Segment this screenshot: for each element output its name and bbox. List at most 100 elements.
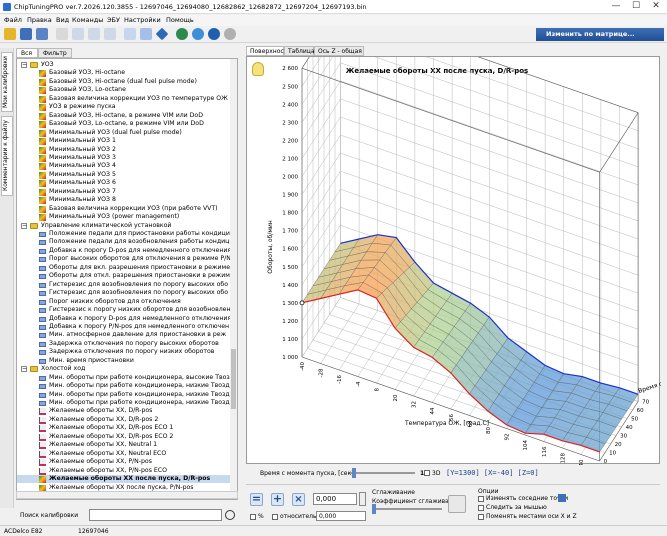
tree-scrollbar[interactable] bbox=[230, 59, 237, 499]
tree-item[interactable]: Минимальный УОЗ 7 bbox=[17, 188, 237, 196]
tree-folder[interactable]: − Холостой ход bbox=[17, 365, 237, 373]
option-swap-axes-checkbox[interactable] bbox=[478, 514, 484, 520]
tree-item[interactable]: Базовый УОЗ, Hi-octane, в режиме VIM или… bbox=[17, 112, 237, 120]
tree-item[interactable]: Мин. время приостановки bbox=[17, 357, 237, 365]
tree-item[interactable]: Минимальный УОЗ 6 bbox=[17, 179, 237, 188]
menu-view[interactable]: Вид bbox=[56, 16, 69, 24]
maximize-button[interactable]: ☐ bbox=[626, 0, 646, 14]
tree-item[interactable]: Базовый УОЗ, Lo-octane bbox=[17, 86, 237, 95]
undo-icon[interactable] bbox=[104, 28, 116, 40]
time-slider-thumb[interactable] bbox=[352, 468, 356, 478]
tree-item[interactable]: Обороты для откл. разрешения приостановк… bbox=[17, 272, 237, 280]
time-slider-track[interactable] bbox=[350, 472, 415, 474]
minimize-button[interactable]: — bbox=[606, 0, 626, 14]
checksum-icon[interactable] bbox=[124, 28, 136, 40]
tree-item[interactable]: Добавка к порогу D-pos для немедленного … bbox=[17, 315, 237, 323]
menu-commands[interactable]: Команды bbox=[72, 16, 103, 24]
help-icon[interactable] bbox=[208, 28, 220, 40]
3d-checkbox[interactable] bbox=[424, 470, 430, 476]
tree-item[interactable]: Минимальный УОЗ 4 bbox=[17, 162, 237, 171]
paste-icon[interactable] bbox=[88, 28, 100, 40]
tree-item[interactable]: Гистерезис для возобновления по порогу в… bbox=[17, 281, 237, 289]
tree-item[interactable]: Желаемые обороты ХХ, D/R-pos ECO 1 bbox=[17, 424, 237, 433]
tree-item[interactable]: Базовый УОЗ, Hi-octane bbox=[17, 69, 237, 78]
matrix-change-dropdown[interactable]: Изменить по матрице... bbox=[536, 28, 664, 41]
relative-value-input[interactable]: 0,000 bbox=[316, 511, 366, 521]
tab-my-calibrations[interactable]: Мои калибровки bbox=[1, 52, 13, 112]
tree-scroll-thumb[interactable] bbox=[231, 349, 236, 409]
menu-ecu[interactable]: ЭБУ bbox=[107, 16, 120, 24]
option-adjacent-checkbox[interactable] bbox=[478, 496, 484, 502]
equals-button[interactable]: = bbox=[250, 493, 263, 506]
tree-item[interactable]: Минимальный УОЗ (power management) bbox=[17, 213, 237, 222]
tree-item[interactable]: Минимальный УОЗ 1 bbox=[17, 137, 237, 146]
tree-item[interactable]: Желаемые обороты ХХ, P/N-pos ECO bbox=[17, 467, 237, 475]
surface-plot-area[interactable]: Желаемые обороты ХХ после пуска, D/R-pos… bbox=[246, 56, 661, 465]
smooth-slider-track[interactable] bbox=[372, 508, 442, 510]
tree-item[interactable]: Порог низких оборотов для отключения bbox=[17, 298, 237, 306]
tree-item[interactable]: Мин. обороты при работе кондиционера, ни… bbox=[17, 391, 237, 399]
tree-item[interactable]: Базовая величина коррекции УОЗ по темпер… bbox=[17, 95, 237, 103]
tree-item[interactable]: Желаемые обороты ХХ, P/N-pos bbox=[17, 458, 237, 467]
tree-item[interactable]: Желаемые обороты ХХ, Neutral ECO bbox=[17, 450, 237, 458]
tree-item[interactable]: Добавка к порогу P/N-pos для немедленног… bbox=[17, 323, 237, 331]
tab-table[interactable]: Таблица bbox=[284, 46, 315, 56]
tree-item[interactable]: Гистерезис к порогу низких оборотов для … bbox=[17, 306, 237, 314]
refresh-icon[interactable] bbox=[176, 28, 188, 40]
navigate-icon[interactable] bbox=[155, 27, 169, 41]
tree-item[interactable]: Мин. обороты при работе кондиционера, вы… bbox=[17, 374, 237, 382]
collapse-icon[interactable]: − bbox=[21, 62, 27, 68]
info-icon[interactable] bbox=[224, 28, 236, 40]
tree-item[interactable]: Положение педали для возобновления работ… bbox=[17, 238, 237, 246]
tree-item[interactable]: Минимальный УОЗ (dual fuel pulse mode) bbox=[17, 129, 237, 137]
close-button[interactable]: ✕ bbox=[646, 0, 666, 14]
tab-z-axis-common[interactable]: Ось Z - общая bbox=[314, 46, 364, 56]
save-as-icon[interactable] bbox=[36, 28, 48, 40]
calib-search-input[interactable] bbox=[89, 509, 222, 521]
tree-item[interactable]: Минимальный УОЗ 8 bbox=[17, 196, 237, 205]
value-input[interactable]: 0,000 bbox=[313, 493, 357, 505]
percent-checkbox[interactable] bbox=[250, 514, 256, 520]
tree-item[interactable]: Желаемые обороты ХХ, D/R-pos ECO 2 bbox=[17, 433, 237, 441]
save-icon[interactable] bbox=[20, 28, 32, 40]
search-icon[interactable] bbox=[225, 510, 235, 520]
smooth-slider-thumb[interactable] bbox=[372, 504, 376, 514]
tree-horizontal-scrollbar[interactable] bbox=[16, 491, 238, 499]
tree-item[interactable]: Обороты для вкл. разрешения приостановки… bbox=[17, 264, 237, 272]
tree-item[interactable]: Базовый УОЗ, Lo-octane, в режиме VIM или… bbox=[17, 120, 237, 129]
option-follow-mouse-checkbox[interactable] bbox=[478, 505, 484, 511]
cut-icon[interactable] bbox=[56, 28, 68, 40]
menu-help[interactable]: Помощь bbox=[166, 16, 194, 24]
collapse-icon[interactable]: − bbox=[21, 222, 27, 229]
menu-edit[interactable]: Правка bbox=[27, 16, 52, 24]
tree-item[interactable]: Мин. обороты при работе кондиционера, ни… bbox=[17, 382, 237, 390]
tree-item[interactable]: Задержка отключения по порогу низких обо… bbox=[17, 348, 237, 356]
tree-item[interactable]: Гистерезис для возобновления по порогу в… bbox=[17, 289, 237, 297]
tree-item[interactable]: Порог высоких оборотов для отключения в … bbox=[17, 255, 237, 263]
menu-file[interactable]: Файл bbox=[4, 16, 22, 24]
search-icon[interactable] bbox=[192, 28, 204, 40]
relative-checkbox[interactable] bbox=[272, 514, 278, 520]
tree-item[interactable]: Минимальный УОЗ 2 bbox=[17, 146, 237, 154]
tree-item[interactable]: Желаемые обороты ХХ, Neutral 1 bbox=[17, 441, 237, 450]
plus-button[interactable]: + bbox=[271, 493, 284, 506]
smooth-button[interactable] bbox=[448, 495, 466, 513]
tab-all[interactable]: Вся bbox=[16, 48, 38, 58]
tab-surface[interactable]: Поверхность bbox=[246, 46, 291, 56]
multiply-button[interactable]: × bbox=[292, 493, 305, 506]
value-spinner[interactable] bbox=[359, 492, 366, 506]
tab-file-comments[interactable]: Комментарии к файлу bbox=[1, 116, 13, 196]
tree-item[interactable]: Желаемые обороты ХХ после пуска, D/R-pos bbox=[17, 475, 237, 484]
copy-icon[interactable] bbox=[72, 28, 84, 40]
tab-filter[interactable]: Фильтр bbox=[38, 48, 72, 58]
tree-item[interactable]: Мин. атмосферное давление для приостанов… bbox=[17, 331, 237, 339]
collapse-icon[interactable]: − bbox=[21, 366, 27, 373]
tree-folder[interactable]: − Управление климатической установкой bbox=[17, 222, 237, 230]
menu-settings[interactable]: Настройки bbox=[124, 16, 161, 24]
open-file-icon[interactable] bbox=[4, 28, 16, 40]
tree-item[interactable]: Базовая величина коррекции УОЗ (при рабо… bbox=[17, 205, 237, 213]
grid-icon[interactable] bbox=[558, 494, 566, 502]
tree-item[interactable]: Желаемые обороты ХХ, D/R-pos bbox=[17, 407, 237, 416]
tree-item[interactable]: УОЗ в режиме пуска bbox=[17, 103, 237, 112]
compare-icon[interactable] bbox=[140, 28, 152, 40]
